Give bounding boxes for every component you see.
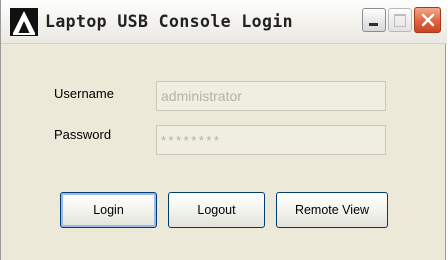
username-field[interactable]: administrator <box>156 81 386 111</box>
minimize-button[interactable] <box>362 8 386 32</box>
username-label: Username <box>54 86 114 101</box>
window-title: Laptop USB Console Login <box>45 12 294 31</box>
close-icon <box>421 13 435 27</box>
logout-button[interactable]: Logout <box>168 192 265 228</box>
login-button[interactable]: Login <box>60 192 157 228</box>
password-field[interactable]: ******** <box>156 125 386 155</box>
maximize-button[interactable] <box>388 8 412 32</box>
close-button[interactable] <box>414 7 441 33</box>
title-bar[interactable]: Laptop USB Console Login <box>1 0 447 44</box>
password-label: Password <box>54 127 112 142</box>
remote-view-button[interactable]: Remote View <box>276 192 388 228</box>
login-window: Laptop USB Console Login Username admini… <box>0 0 447 260</box>
app-logo-icon <box>10 8 38 36</box>
